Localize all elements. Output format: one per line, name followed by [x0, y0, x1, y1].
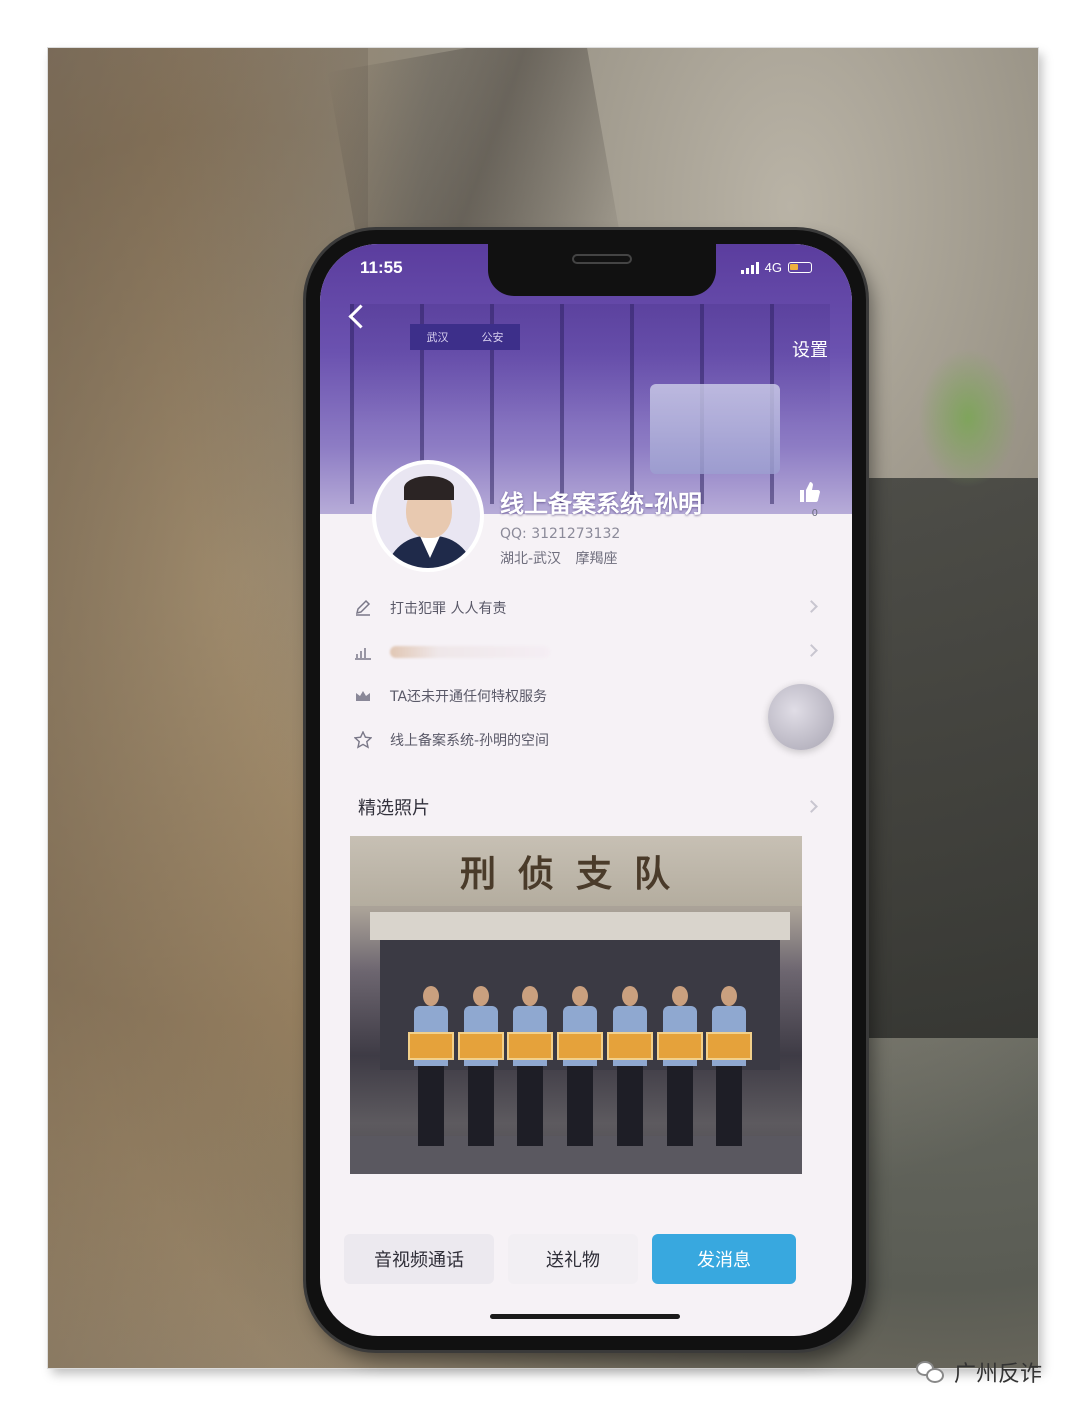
- region: 湖北-武汉: [500, 551, 562, 567]
- plant-leaf: [918, 348, 1018, 488]
- zodiac: 摩羯座: [575, 551, 618, 567]
- signature-text: 打击犯罪 人人有责: [390, 601, 507, 617]
- avatar[interactable]: [372, 460, 484, 572]
- profile-info: QQ: 3121273132 湖北-武汉 摩羯座: [500, 526, 628, 568]
- watermark: 广州反诈: [915, 1356, 1042, 1388]
- building-sign-text: 刑侦支队: [459, 853, 692, 895]
- like-count: 0: [811, 508, 818, 519]
- wechat-icon: [915, 1359, 946, 1385]
- send-message-button[interactable]: 发消息: [652, 1234, 796, 1284]
- watermark-text: 广州反诈: [953, 1362, 1042, 1387]
- status-indicators: 4G: [740, 260, 812, 275]
- crown-icon: [356, 691, 370, 701]
- action-bar: 音视频通话 送礼物 发消息: [320, 1224, 852, 1294]
- thumbs-up-icon[interactable]: [798, 480, 822, 504]
- list-item-signature[interactable]: 打击犯罪 人人有责: [320, 586, 852, 630]
- signal-icon: [740, 261, 759, 274]
- star-icon: [354, 731, 372, 749]
- list-item-level[interactable]: [320, 630, 852, 674]
- chevron-right-icon: [805, 644, 818, 657]
- info-list: 打击犯罪 人人有责 TA还未开通任何特权服务 线上备案系统-孙明的空间: [320, 586, 852, 762]
- battery-icon: [788, 262, 812, 273]
- settings-button[interactable]: 设置: [792, 336, 828, 362]
- building-sign: 刑侦支队: [350, 836, 802, 906]
- level-badges: [390, 646, 550, 658]
- service-kiosk: [650, 384, 780, 474]
- featured-photos-title: 精选照片: [358, 798, 430, 819]
- table-shadow: [848, 478, 1038, 1038]
- pencil-icon: [355, 599, 371, 616]
- qq-number: QQ: 3121273132: [500, 526, 621, 542]
- home-indicator[interactable]: [490, 1314, 680, 1319]
- network-type: 4G: [764, 260, 782, 275]
- send-gift-button[interactable]: 送礼物: [508, 1234, 638, 1284]
- officers-group: [408, 986, 753, 1146]
- phone-notch: [488, 244, 716, 296]
- counter-sign-right: 公安: [481, 331, 504, 344]
- chevron-right-icon: [805, 600, 818, 613]
- level-icon: [355, 648, 371, 660]
- counter-sign: 武汉 公安: [410, 324, 520, 350]
- floating-assistive-button[interactable]: [768, 684, 834, 750]
- chevron-right-icon[interactable]: [805, 800, 818, 813]
- phone-screen: 武汉 公安 11:55 4G 设置 线上备案系统-孙明 0 QQ: 312127…: [320, 244, 852, 1336]
- speaker-grille: [572, 254, 632, 264]
- featured-photo[interactable]: 刑侦支队: [350, 836, 802, 1174]
- status-time: 11:55: [360, 258, 403, 277]
- counter-sign-left: 武汉: [426, 331, 449, 344]
- phone-device: 武汉 公安 11:55 4G 设置 线上备案系统-孙明 0 QQ: 312127…: [306, 230, 866, 1350]
- chevron-left-icon[interactable]: [342, 302, 372, 332]
- video-call-button[interactable]: 音视频通话: [344, 1234, 494, 1284]
- space-text: 线上备案系统-孙明的空间: [390, 733, 550, 749]
- profile-name: 线上备案系统-孙明: [500, 490, 702, 518]
- privilege-text: TA还未开通任何特权服务: [390, 689, 548, 705]
- location-line: 湖北-武汉 摩羯座: [500, 548, 628, 568]
